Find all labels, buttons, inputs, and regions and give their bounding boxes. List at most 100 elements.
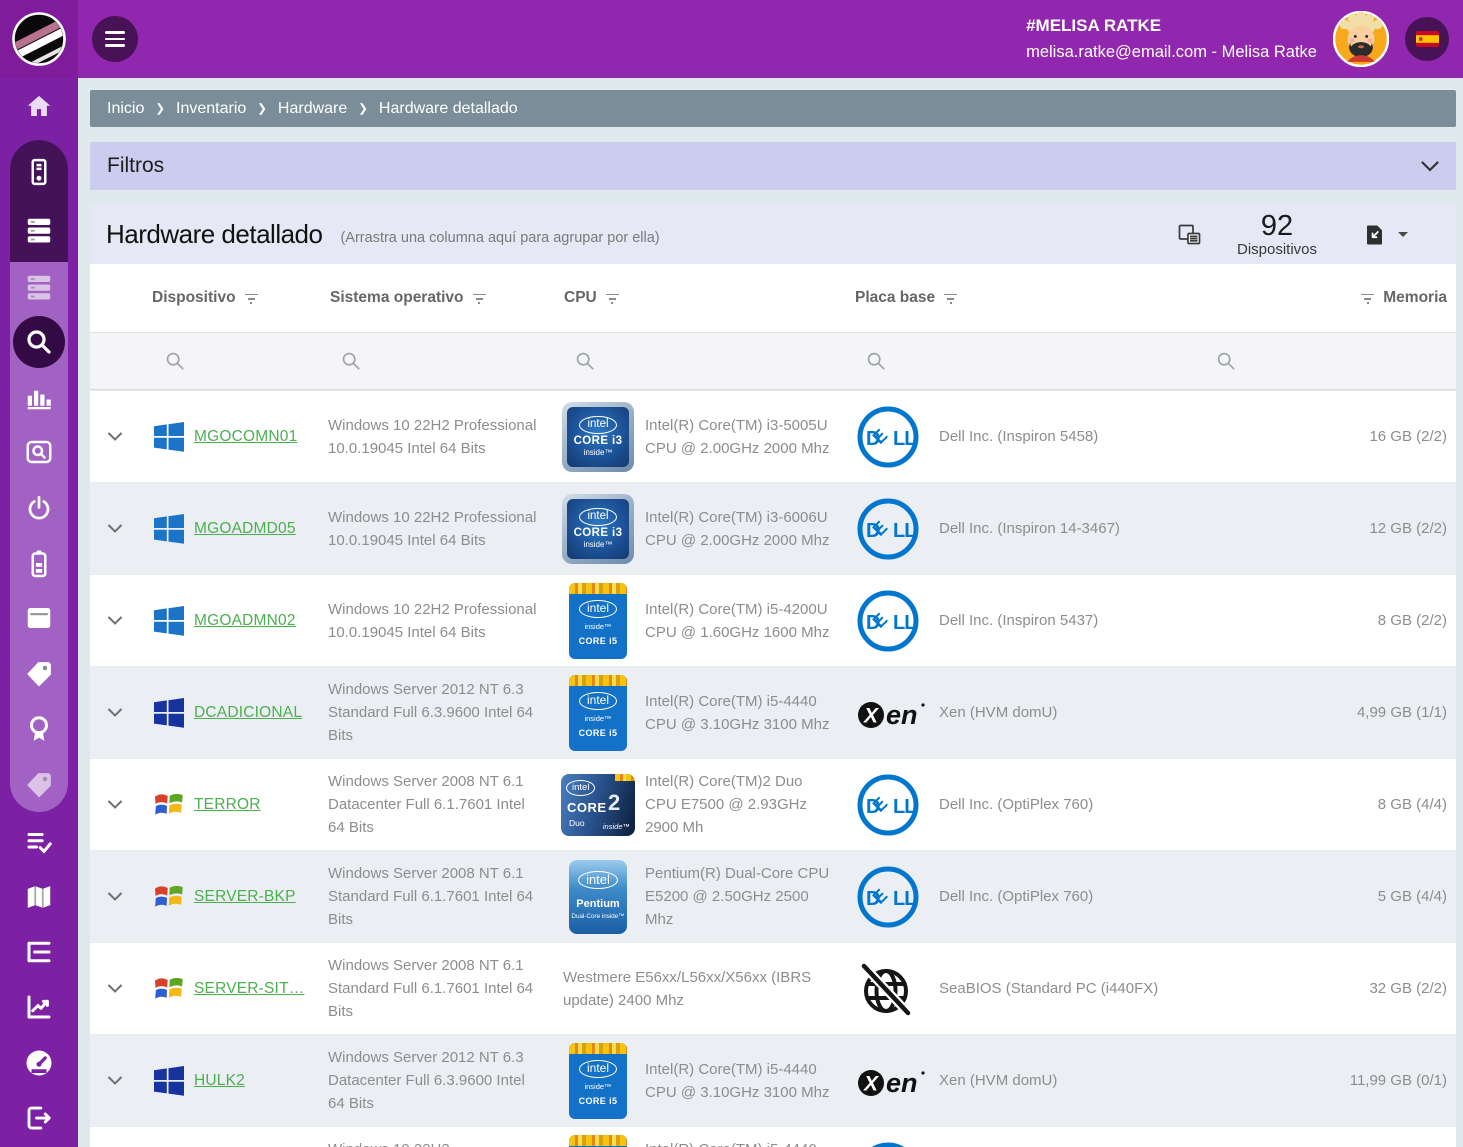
filter-input-placa-base[interactable]: [845, 351, 1200, 371]
row-expand-button[interactable]: [104, 704, 126, 721]
sidebar-item-battery[interactable]: [0, 535, 78, 591]
windows-10-icon: [152, 512, 186, 546]
row-expand-button[interactable]: [104, 888, 126, 905]
windows-classic-icon: [152, 788, 186, 822]
device-count-number: 92: [1227, 211, 1327, 241]
os-cell: Windows 10 22H2: [328, 1138, 540, 1147]
device-link[interactable]: MGOCOMN01: [194, 428, 297, 446]
device-link[interactable]: MGOADMD05: [194, 520, 296, 538]
breadcrumb-hardware[interactable]: Hardware: [278, 100, 379, 118]
filter-input-sistema-operativo[interactable]: [325, 351, 560, 371]
column-header-placa-base[interactable]: Placa base: [845, 289, 1200, 307]
svg-text:en: en: [886, 1068, 918, 1098]
sidebar-item-home[interactable]: [0, 79, 78, 135]
filter-icon[interactable]: [606, 292, 619, 305]
sidebar-item-licenses[interactable]: [0, 701, 78, 757]
filter-icon[interactable]: [1361, 292, 1374, 305]
sidebar-item-software[interactable]: [0, 590, 78, 646]
language-selector-button[interactable]: [1405, 17, 1449, 61]
column-chooser-button[interactable]: [1178, 224, 1201, 245]
sidebar-item-hardware[interactable]: [0, 202, 78, 258]
dell-logo: DELL: [855, 496, 935, 562]
os-cell: Windows 10 22H2 Professional 10.0.19045 …: [328, 414, 540, 460]
board-cell: Dell Inc. (Inspiron 14-3467): [939, 517, 1120, 540]
search-icon: [341, 351, 361, 371]
avatar[interactable]: [1333, 11, 1389, 67]
intel-logo: intel: [579, 692, 617, 710]
memory-cell: 32 GB (2/2): [1200, 977, 1447, 1000]
os-cell: Windows Server 2008 NT 6.1 Datacenter Fu…: [328, 770, 540, 839]
intel-logo: intel: [579, 508, 616, 526]
cpu-badge-core-i5: intelinside™CORE i5: [560, 1135, 636, 1147]
column-header-dispositivo[interactable]: Dispositivo: [140, 289, 325, 307]
sidebar-item-storage[interactable]: [0, 424, 78, 480]
device-count: 92 Dispositivos: [1227, 211, 1327, 258]
sidebar-item-logout[interactable]: [0, 1090, 78, 1146]
windows-classic-icon: [152, 880, 186, 914]
row-expand-button[interactable]: [104, 428, 126, 445]
sidebar-item-dashboard[interactable]: [0, 1035, 78, 1091]
row-expand-button[interactable]: [104, 796, 126, 813]
servers-icon: [24, 215, 54, 245]
filter-input-cpu[interactable]: [560, 351, 845, 371]
device-link[interactable]: HULK2: [194, 1072, 245, 1090]
filter-icon[interactable]: [245, 292, 258, 305]
sidebar-item-reports[interactable]: [0, 924, 78, 980]
xen-logo: Xen: [855, 692, 935, 734]
column-header-memoria[interactable]: Memoria: [1200, 289, 1456, 307]
table-row: HULK2 Windows Server 2012 NT 6.3 Datacen…: [90, 1034, 1456, 1126]
app-logo[interactable]: [0, 0, 78, 78]
device-link[interactable]: TERROR: [194, 796, 261, 814]
bar-chart-icon: [24, 382, 54, 412]
table-row: SERVER-SIT… Windows Server 2008 NT 6.1 S…: [90, 942, 1456, 1034]
device-link[interactable]: MGOADMN02: [194, 612, 296, 630]
svg-text:en: en: [886, 700, 918, 730]
search-icon: [575, 351, 595, 371]
filters-panel-header[interactable]: Filtros: [90, 142, 1456, 190]
column-label: Dispositivo: [152, 289, 236, 307]
award-icon: [24, 714, 54, 744]
row-expand-button[interactable]: [104, 520, 126, 537]
os-cell: Windows Server 2012 NT 6.3 Standard Full…: [328, 678, 540, 747]
sidebar-item-statistics[interactable]: [0, 369, 78, 425]
dell-logo: DELL: [855, 864, 935, 930]
export-button[interactable]: [1365, 224, 1408, 246]
sidebar-item-analytics[interactable]: [0, 979, 78, 1035]
row-expand-button[interactable]: [104, 612, 126, 629]
cpu-badge-core-i3: intelCORE i3inside™: [560, 402, 636, 472]
row-expand-button[interactable]: [104, 980, 126, 997]
table-row: DCADICIONAL Windows Server 2012 NT 6.3 S…: [90, 666, 1456, 758]
sidebar-item-tags[interactable]: [0, 646, 78, 702]
chevron-down-icon[interactable]: [1421, 161, 1439, 172]
export-dropdown-caret[interactable]: [1398, 232, 1408, 237]
device-link[interactable]: DCADICIONAL: [194, 704, 302, 722]
row-expand-button[interactable]: [104, 1072, 126, 1089]
sidebar-item-hardware-detail[interactable]: [0, 259, 78, 315]
sidebar-item-search[interactable]: [0, 314, 78, 370]
sidebar-item-map[interactable]: [0, 869, 78, 925]
sidebar-item-tags-alt[interactable]: [0, 757, 78, 813]
filter-icon[interactable]: [944, 292, 957, 305]
column-header-sistema-operativo[interactable]: Sistema operativo: [325, 289, 560, 307]
table-header-row: Dispositivo Sistema operativo CPU Placa …: [90, 264, 1456, 332]
filter-input-memoria[interactable]: [1200, 351, 1456, 371]
dell-logo: DELL: [855, 588, 935, 654]
filter-icon[interactable]: [473, 292, 486, 305]
filter-input-dispositivo[interactable]: [140, 351, 325, 371]
svg-text:X: X: [863, 704, 880, 727]
sidebar-item-tasks[interactable]: [0, 814, 78, 870]
memory-cell: 8 GB (2/2): [1200, 609, 1447, 632]
sidebar-item-devices[interactable]: [0, 144, 78, 200]
table-row: MGOCOMN01 Windows 10 22H2 Professional 1…: [90, 390, 1456, 482]
device-link[interactable]: SERVER-SIT…: [194, 980, 304, 998]
sidebar-item-power[interactable]: [0, 480, 78, 536]
windows-classic-icon: [152, 972, 186, 1006]
main-content: Inicio Inventario Hardware Hardware deta…: [78, 78, 1463, 1147]
breadcrumb-inicio[interactable]: Inicio: [107, 100, 176, 118]
breadcrumb-inventario[interactable]: Inventario: [176, 100, 278, 118]
device-link[interactable]: SERVER-BKP: [194, 888, 296, 906]
windows-server-icon: [152, 696, 186, 730]
power-icon: [24, 493, 54, 523]
column-header-cpu[interactable]: CPU: [560, 289, 845, 307]
menu-toggle-button[interactable]: [92, 16, 138, 62]
